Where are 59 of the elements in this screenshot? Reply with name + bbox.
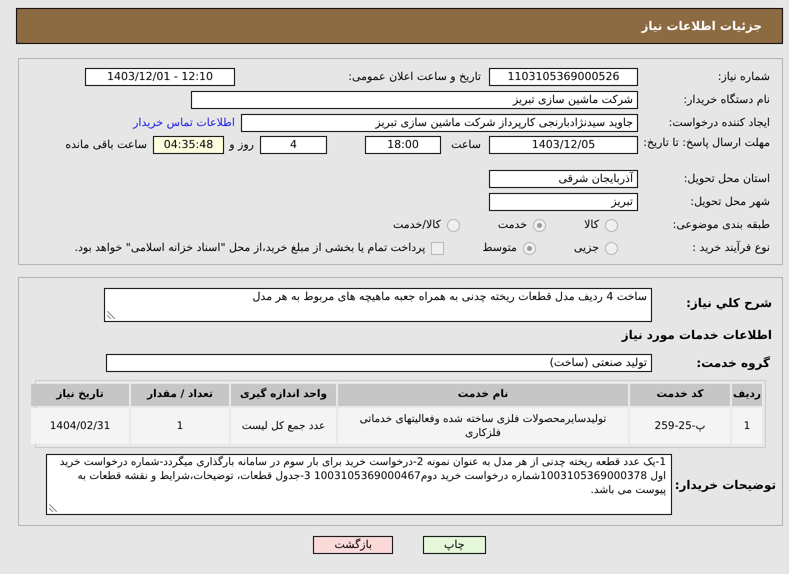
requester-field: جاوید سیدنژادبارنجی کارپرداز شرکت ماشین سازی تبریز — [241, 114, 638, 132]
column-header: تعداد / مقدار — [131, 384, 229, 406]
table-cell: 1 — [732, 408, 762, 444]
back-button[interactable]: بازگشت — [313, 536, 394, 554]
field-label: ساعت باقی مانده — [65, 137, 147, 153]
table-cell: عدد جمع کل لیست — [231, 408, 336, 444]
section-title: اطلاعات خدمات مورد نیاز — [620, 327, 773, 344]
need-number-field: 1103105369000526 — [489, 68, 638, 86]
field-label: استان محل تحویل: — [682, 170, 771, 187]
field-label: شماره نیاز: — [716, 68, 771, 85]
buyer-notes-textarea[interactable]: 1-یک عدد قطعه ریخته چدنی از هر مدل به عنوان نمونه 2-درخواست خرید برای بار سوم در سامانه بارگذاری میگردد-شماره درخواست خرید اول 1003105369000378شماره درخواست خرید دوم1003105369000467 3-جدول قطعات، توضیحات،شرایط و نقشه قطعات به پیوست می باشد. — [46, 454, 672, 515]
announce-date-field: 1403/12/01 - 12:10 — [85, 68, 235, 86]
deadline-time-field: 18:00 — [365, 136, 441, 154]
field-label: کالا — [584, 216, 599, 233]
province-field: آذربایجان شرقی — [489, 170, 638, 188]
column-header: واحد اندازه گیری — [231, 384, 336, 406]
service-group-field: تولید صنعتی (ساخت) — [106, 354, 652, 372]
city-field: تبریز — [489, 193, 638, 211]
table-cell: پ-25-259 — [630, 408, 730, 444]
resize-grip-icon — [107, 311, 115, 319]
field-label: شهر محل تحویل: — [689, 194, 771, 210]
field-label: شرح کلي نياز: — [685, 295, 773, 312]
field-label: کالا/خدمت — [393, 216, 441, 233]
column-header: کد خدمت — [630, 384, 730, 406]
days-field: 4 — [260, 136, 327, 154]
field-label: متوسط — [482, 240, 517, 256]
table-cell: 1 — [131, 408, 229, 444]
radio-button[interactable] — [605, 218, 618, 232]
remaining-time-field: 04:35:48 — [153, 136, 224, 154]
field-label: خدمت — [498, 216, 528, 233]
radio-button[interactable] — [522, 242, 536, 254]
table-cell: 1404/02/31 — [31, 408, 129, 444]
field-label: توضیحات خریدار: — [674, 476, 777, 494]
column-header: نام خدمت — [338, 384, 628, 406]
radio-button[interactable] — [446, 218, 460, 232]
field-label: گروه خدمت: — [695, 355, 771, 372]
page-title: جزئیات اطلاعات نیاز — [641, 18, 762, 35]
radio-button[interactable] — [533, 218, 546, 232]
buyer-name-field: شرکت ماشین سازی تبریز — [191, 91, 638, 109]
resize-grip-icon — [49, 504, 57, 512]
field-label: طبقه بندی موضوعی: — [672, 216, 771, 233]
field-label: ایجاد کننده درخواست: — [668, 114, 771, 131]
field-label: نوع فرآیند خرید : — [691, 240, 771, 256]
deadline-date-field: 1403/12/05 — [489, 136, 638, 154]
buyer-contact-link[interactable]: اطلاعات تماس خریدار — [133, 114, 235, 132]
column-header: تاریخ نیاز — [31, 384, 129, 406]
summary-textarea[interactable]: ساخت 4 ردیف مدل قطعات ریخته چدنی به همراه جعبه ماهیچه های مربوط به هر مدل — [104, 288, 652, 322]
print-button[interactable]: چاپ — [423, 536, 486, 554]
field-label: روز و — [228, 137, 254, 153]
field-label: مهلت ارسال پاسخ: تا تاریخ: — [642, 136, 771, 149]
field-label: نام دستگاه خریدار: — [682, 92, 771, 108]
field-label: تاریخ و ساعت اعلان عمومی: — [347, 68, 481, 85]
field-label: ساعت — [450, 137, 481, 153]
column-header: ردیف — [732, 384, 762, 406]
payment-checkbox[interactable] — [431, 242, 444, 254]
radio-button[interactable] — [605, 242, 618, 254]
field-label: جزیی — [574, 240, 599, 256]
table-cell: تولیدسایرمحصولات فلزی ساخته شده وفعالیتهای خدماتی فلزکاری — [338, 408, 628, 444]
field-label: پرداخت تمام یا بخشی از مبلغ خرید،از محل "اسناد خزانه اسلامی" خواهد بود. — [74, 240, 426, 256]
